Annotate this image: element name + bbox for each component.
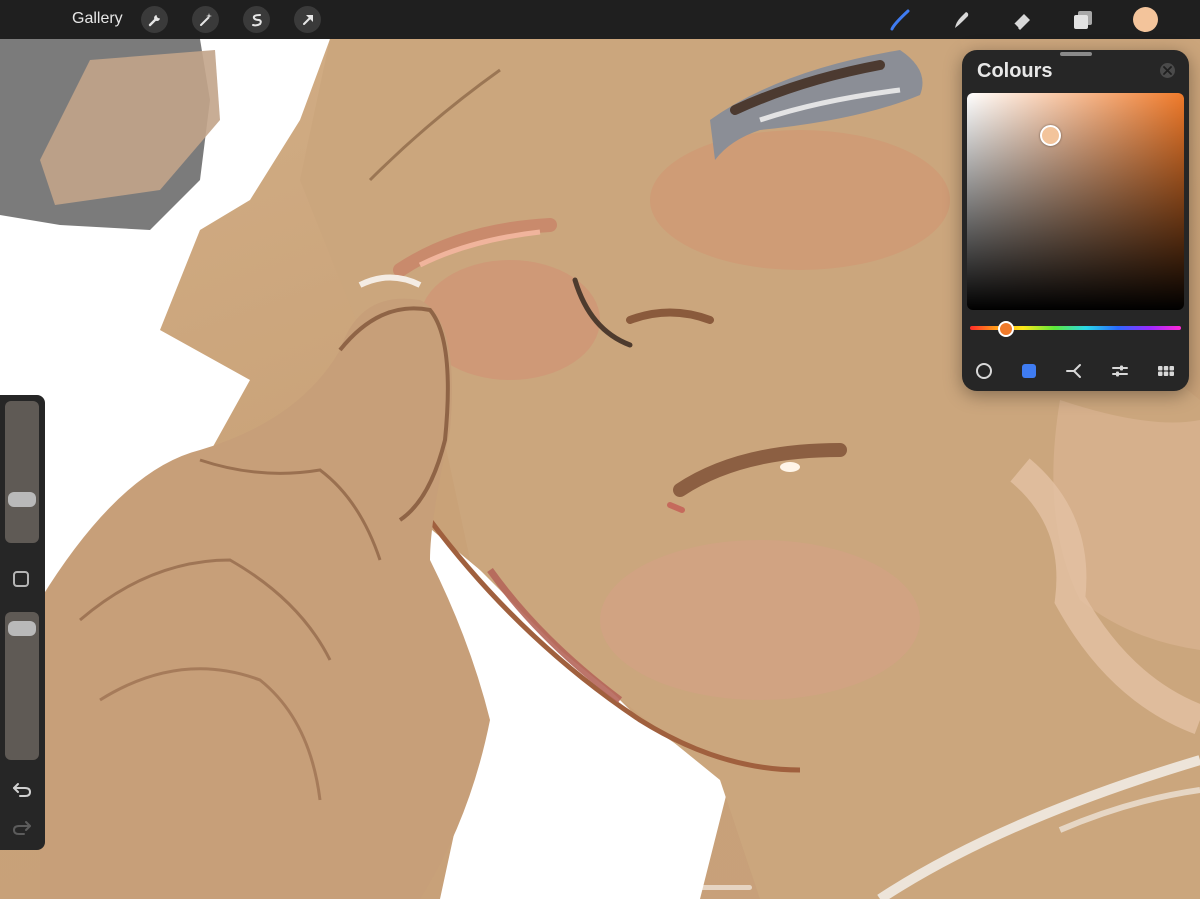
smudge-tool-button[interactable] (948, 7, 974, 33)
palettes-icon (1158, 366, 1174, 376)
redo-button[interactable] (10, 817, 34, 837)
mode-value-button[interactable] (1109, 360, 1131, 382)
panel-title: Colours (977, 60, 1053, 82)
mode-palettes-button[interactable] (1155, 360, 1177, 382)
mode-harmony-button[interactable] (1063, 360, 1085, 382)
lip-highlight (780, 462, 800, 472)
selection-icon (251, 13, 262, 26)
close-panel-button[interactable] (1160, 63, 1175, 78)
mode-disc-button[interactable] (973, 360, 995, 382)
adjustments-button[interactable] (192, 6, 219, 33)
redo-icon (12, 821, 31, 835)
eraser-icon (1013, 14, 1030, 30)
hue-slider-thumb[interactable] (997, 321, 1014, 337)
transform-button[interactable] (294, 6, 321, 33)
selection-button[interactable] (243, 6, 270, 33)
wrench-icon (148, 14, 160, 26)
panel-grabber[interactable] (1060, 52, 1092, 56)
top-toolbar: Gallery (0, 0, 1200, 39)
transform-arrow-icon (302, 14, 313, 25)
left-sidebar (0, 395, 45, 850)
undo-icon (13, 783, 32, 797)
value-icon (1112, 365, 1128, 377)
current-colour-button[interactable] (1133, 7, 1158, 32)
classic-icon (1022, 364, 1036, 378)
home-indicator (448, 885, 752, 890)
magic-wand-icon (199, 12, 212, 26)
brush-size-thumb[interactable] (8, 492, 36, 508)
brush-icon (890, 9, 910, 31)
harmony-icon (1066, 364, 1081, 378)
gallery-button[interactable]: Gallery (72, 10, 123, 28)
opacity-thumb[interactable] (8, 621, 36, 637)
actions-button[interactable] (141, 6, 168, 33)
layers-button[interactable] (1070, 7, 1096, 33)
saturation-brightness-square[interactable] (967, 93, 1184, 310)
chin-blush (600, 540, 920, 700)
mode-classic-button[interactable] (1018, 360, 1040, 382)
eraser-tool-button[interactable] (1009, 7, 1035, 33)
undo-button[interactable] (10, 779, 34, 799)
opacity-slider[interactable] (5, 612, 39, 760)
modify-square-icon[interactable] (13, 571, 29, 587)
close-icon (1163, 66, 1172, 75)
brush-tool-button[interactable] (887, 7, 913, 33)
disc-icon (976, 363, 992, 379)
brush-size-slider[interactable] (5, 401, 39, 543)
colours-panel: Colours (962, 50, 1189, 391)
layers-icon (1074, 11, 1092, 29)
smudge-icon (955, 12, 969, 28)
colour-picker-thumb[interactable] (1040, 125, 1061, 146)
blush-right (650, 130, 950, 270)
